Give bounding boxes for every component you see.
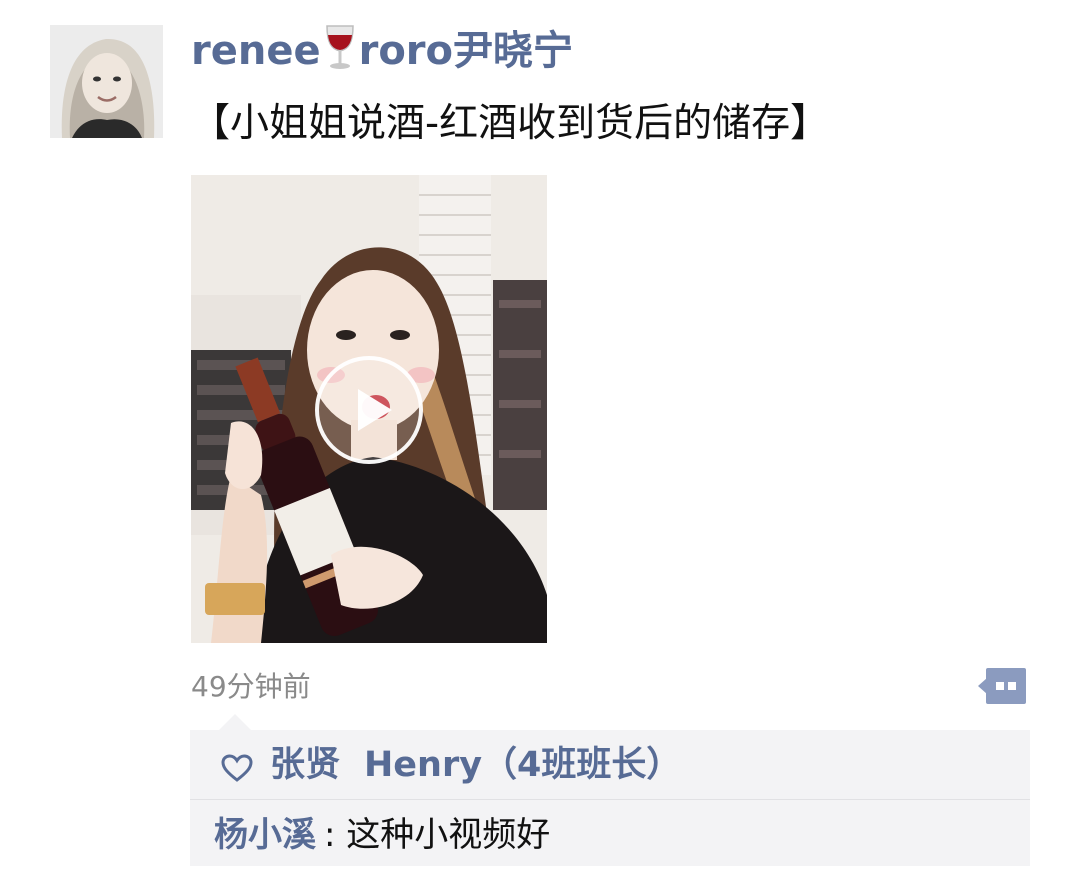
avatar[interactable] xyxy=(50,25,163,138)
comment-more-button[interactable] xyxy=(978,668,1026,704)
play-icon xyxy=(358,389,392,431)
post-author-name[interactable]: renee roro尹晓宁 xyxy=(191,24,573,84)
wine-glass-icon xyxy=(323,24,357,84)
interactions-panel: 张贤 Henry（4班班长） 杨小溪 : 这种小视频好 xyxy=(190,730,1030,866)
moments-post: renee roro尹晓宁 【小姐姐说酒-红酒收到货后的储存】 49分钟前 张贤… xyxy=(0,0,1080,882)
liker-name[interactable]: 张贤 xyxy=(270,745,340,785)
post-timestamp: 49分钟前 xyxy=(191,670,311,703)
comment-more-dot xyxy=(1008,682,1016,690)
likers-list: 张贤 Henry（4班班长） xyxy=(270,742,681,788)
comment-text: : 这种小视频好 xyxy=(324,812,550,858)
likes-row: 张贤 Henry（4班班长） xyxy=(190,730,1030,800)
author-name-prefix: renee xyxy=(191,28,321,74)
author-name-suffix: roro尹晓宁 xyxy=(358,28,574,74)
heart-icon xyxy=(220,753,254,787)
comment-body: 这种小视频好 xyxy=(346,815,551,855)
comment-more-icon xyxy=(986,668,1026,704)
comment-separator: : xyxy=(324,815,347,855)
comment-item[interactable]: 杨小溪 : 这种小视频好 xyxy=(190,810,1030,860)
comment-author[interactable]: 杨小溪 xyxy=(214,812,316,858)
play-button[interactable] xyxy=(315,356,423,464)
liker-name[interactable]: Henry（4班班长） xyxy=(364,745,681,785)
avatar-photo xyxy=(50,25,163,138)
interactions-caret xyxy=(219,714,251,730)
post-text: 【小姐姐说酒-红酒收到货后的储存】 xyxy=(191,101,830,146)
comment-more-dot xyxy=(996,682,1004,690)
comment-author-name: 杨小溪 xyxy=(214,815,316,855)
video-thumbnail[interactable] xyxy=(191,175,547,643)
